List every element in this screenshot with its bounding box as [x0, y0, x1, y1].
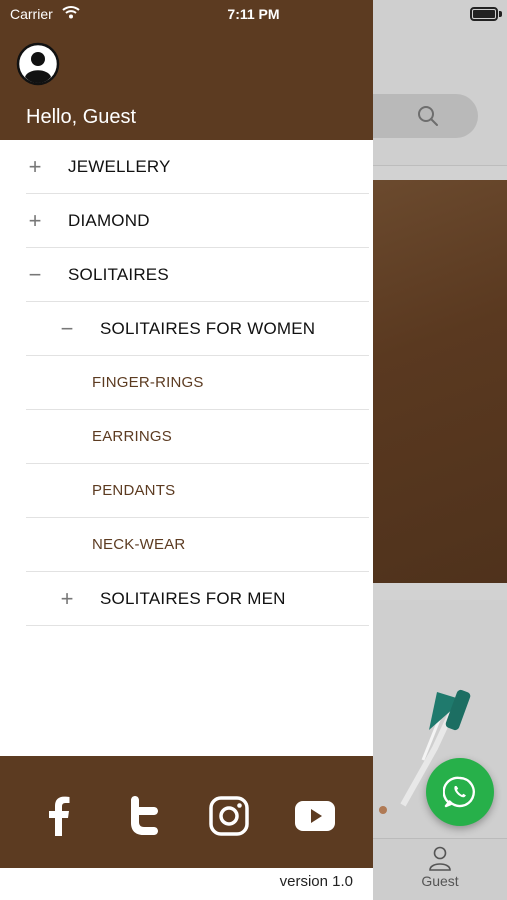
menu-item-solitaires-for-women[interactable]: − SOLITAIRES FOR WOMEN [26, 302, 369, 356]
menu-item-neck-wear[interactable]: NECK-WEAR [26, 518, 369, 572]
menu-item-label: JEWELLERY [68, 156, 171, 176]
youtube-icon[interactable] [293, 794, 337, 838]
menu-item-label: FINGER-RINGS [92, 374, 204, 391]
menu-item-solitaires-for-men[interactable]: + SOLITAIRES FOR MEN [26, 572, 369, 626]
menu-item-jewellery[interactable]: + JEWELLERY [26, 140, 369, 194]
collapse-icon[interactable]: − [58, 317, 76, 340]
menu-item-label: EARRINGS [92, 428, 172, 445]
menu-item-pendants[interactable]: PENDANTS [26, 464, 369, 518]
menu-item-diamond[interactable]: + DIAMOND [26, 194, 369, 248]
battery-icon [470, 7, 498, 21]
collapse-icon[interactable]: − [26, 263, 44, 286]
status-bar: Carrier 7:11 PM [0, 0, 507, 28]
tab-guest[interactable]: Guest [400, 843, 480, 895]
facebook-icon[interactable] [36, 794, 80, 838]
instagram-icon[interactable] [207, 794, 251, 838]
drawer-menu: + JEWELLERY + DIAMOND − SOLITAIRES − SOL… [0, 140, 373, 626]
app-version: version 1.0 [279, 873, 353, 890]
whatsapp-button[interactable] [426, 758, 494, 826]
menu-item-label: DIAMOND [68, 210, 150, 230]
menu-item-label: PENDANTS [92, 482, 176, 499]
status-time: 7:11 PM [227, 6, 280, 22]
expand-icon[interactable]: + [26, 155, 44, 178]
battery-tip [499, 11, 502, 17]
drawer-footer [0, 756, 373, 868]
menu-item-label: SOLITAIRES FOR WOMEN [100, 318, 316, 338]
person-icon [429, 846, 451, 871]
menu-item-solitaires[interactable]: − SOLITAIRES [26, 248, 369, 302]
search-icon[interactable] [416, 104, 440, 128]
tab-guest-label: Guest [421, 873, 459, 889]
twitter-icon[interactable] [122, 794, 166, 838]
menu-item-label: NECK-WEAR [92, 536, 186, 553]
expand-icon[interactable]: + [26, 209, 44, 232]
menu-item-label: SOLITAIRES FOR MEN [100, 588, 286, 608]
banner-image[interactable] [373, 180, 507, 583]
expand-icon[interactable]: + [58, 587, 76, 610]
menu-item-earrings[interactable]: EARRINGS [26, 410, 369, 464]
menu-item-finger-rings[interactable]: FINGER-RINGS [26, 356, 369, 410]
side-drawer: Hello, Guest + JEWELLERY + DIAMOND − SOL… [0, 0, 373, 900]
whatsapp-icon [443, 776, 475, 808]
menu-item-label: SOLITAIRES [68, 264, 169, 284]
greeting-text: Hello, Guest [26, 106, 137, 128]
user-avatar-icon[interactable] [16, 42, 60, 86]
